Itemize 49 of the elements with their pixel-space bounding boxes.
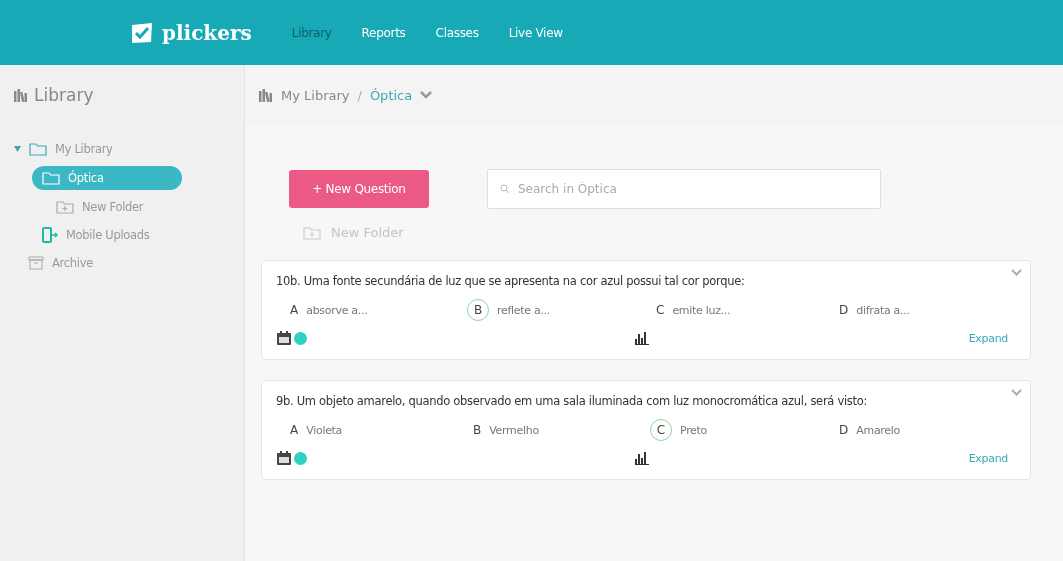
- expand-link[interactable]: Expand: [968, 331, 1008, 345]
- nav-link[interactable]: Reports: [361, 25, 406, 40]
- calendar-icon[interactable]: [276, 330, 292, 346]
- sidebar-item[interactable]: New Folder: [46, 196, 154, 218]
- answer-text: absorve a...: [306, 303, 368, 317]
- search-field[interactable]: Search in Óptica: [487, 169, 881, 209]
- answer-text: Violeta: [306, 423, 343, 437]
- archive-icon: [28, 256, 44, 270]
- sidebar-item[interactable]: Óptica: [32, 166, 182, 190]
- phone-upload-icon: [42, 227, 58, 243]
- answer-text: Amarelo: [856, 423, 900, 437]
- new-folder-icon: [303, 225, 321, 240]
- answer-letter: C: [656, 302, 665, 319]
- question-text: 9b. Um objeto amarelo, quando observado em uma sala iluminada com luz monocromática azul, será visto:: [276, 393, 869, 410]
- brand-name: plickers: [162, 20, 252, 45]
- breadcrumb-current[interactable]: Óptica: [369, 87, 413, 103]
- sidebar-item[interactable]: My Library: [18, 138, 123, 160]
- nav-link[interactable]: Live View: [508, 25, 563, 40]
- bar-chart-icon[interactable]: [635, 451, 649, 465]
- answer-text: Vermelho: [489, 423, 539, 437]
- question-text: 10b. Uma fonte secundária de luz que se apresenta na cor azul possui tal cor porque:: [276, 273, 746, 290]
- answer-letter: A: [290, 302, 299, 319]
- library-icon: [14, 88, 28, 102]
- answer-text: emite luz...: [672, 303, 731, 317]
- sidebar-item[interactable]: Mobile Uploads: [32, 224, 160, 246]
- search-icon: [500, 184, 510, 194]
- nav-link[interactable]: Classes: [435, 25, 479, 40]
- chevron-down-icon[interactable]: [420, 91, 433, 99]
- answer-text: Preto: [680, 423, 708, 437]
- library-icon: [259, 88, 273, 102]
- sidebar-title: Library: [34, 85, 94, 105]
- expand-link[interactable]: Expand: [968, 451, 1008, 465]
- checkmark-logo-icon: [130, 21, 154, 44]
- answer-text: reflete a...: [497, 303, 550, 317]
- answer-letter: D: [839, 422, 849, 439]
- folder-icon: [42, 171, 60, 185]
- nav-link[interactable]: Library: [291, 25, 332, 40]
- breadcrumb-separator: /: [357, 87, 362, 103]
- answer-letter: D: [839, 302, 849, 319]
- answer-letter: B: [473, 422, 482, 439]
- breadcrumb-link[interactable]: My Library: [281, 87, 350, 103]
- answer-letter: A: [290, 422, 299, 439]
- bar-chart-icon[interactable]: [635, 331, 649, 345]
- new-folder-icon: [56, 200, 74, 214]
- new-question-button[interactable]: + New Question: [289, 170, 429, 208]
- calendar-icon[interactable]: [276, 450, 292, 466]
- answer-text: difrata a...: [856, 303, 910, 317]
- sidebar-item[interactable]: Archive: [18, 252, 103, 274]
- folder-icon: [29, 142, 47, 156]
